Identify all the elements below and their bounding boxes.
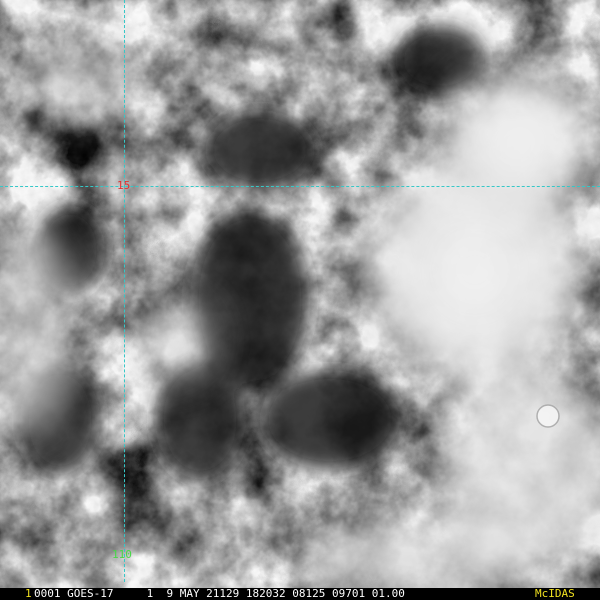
longitude-label: 110 — [112, 548, 132, 561]
latitude-label: 15 — [117, 179, 131, 192]
frame-number: 1 — [25, 588, 32, 600]
image-info-text: 0001 GOES-17 1 9 MAY 21129 182032 08125 … — [34, 588, 405, 600]
status-bar: 1 0001 GOES-17 1 9 MAY 21129 182032 0812… — [0, 588, 600, 600]
mcidas-logo-text: McIDAS — [535, 588, 575, 600]
satellite-cloud-image — [0, 0, 600, 588]
satellite-image-viewer: 15 110 1 0001 GOES-17 1 9 MAY 21129 1820… — [0, 0, 600, 600]
